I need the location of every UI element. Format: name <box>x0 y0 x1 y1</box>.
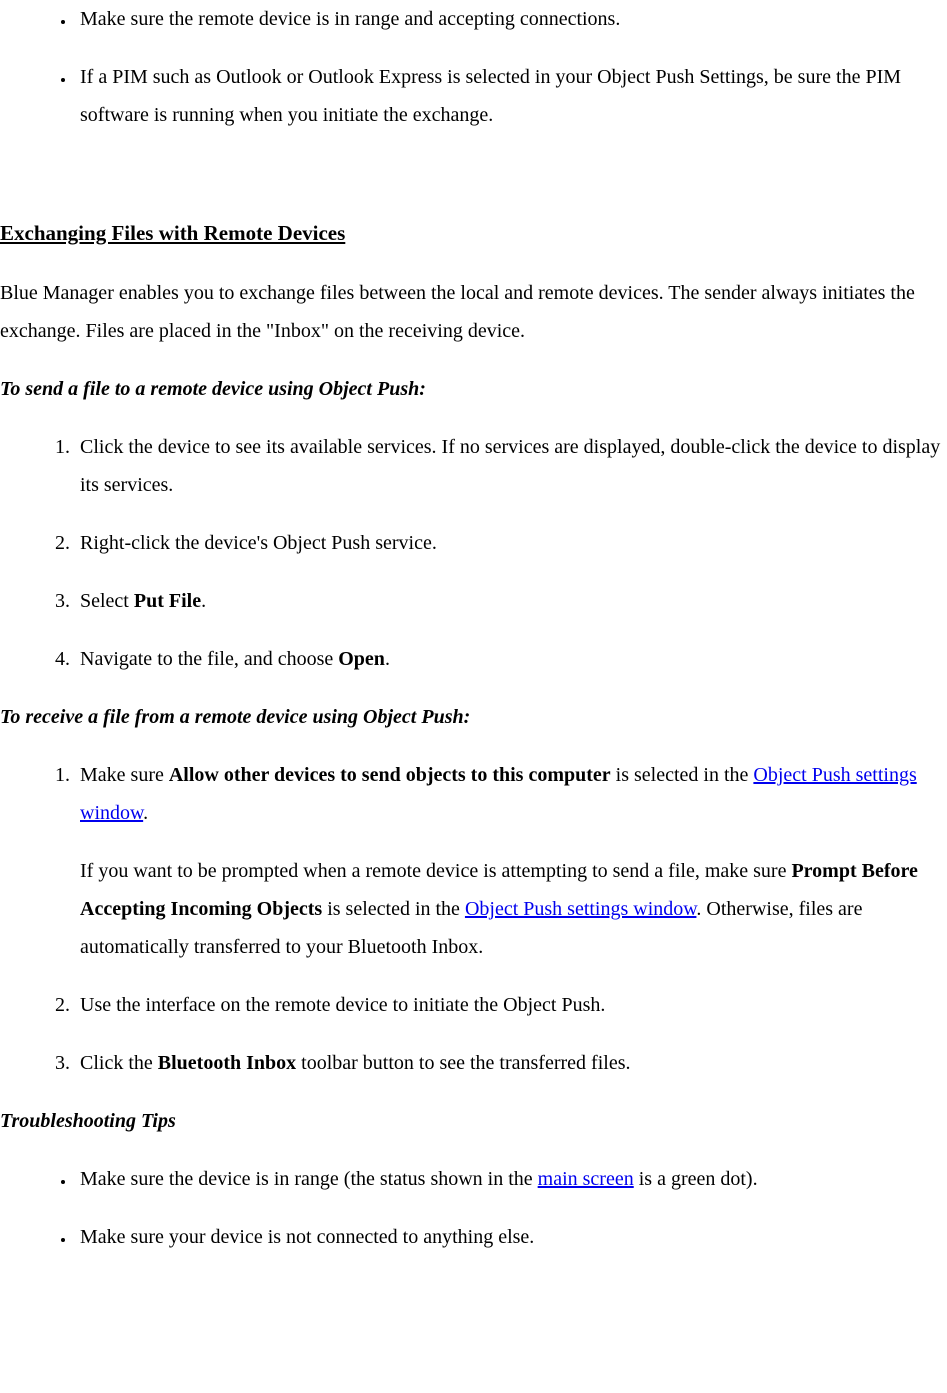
bold-text: Bluetooth Inbox <box>158 1052 296 1074</box>
list-item: Make sure Allow other devices to send ob… <box>75 756 947 966</box>
text: Navigate to the file, and choose <box>80 648 338 670</box>
text: is selected in the <box>322 898 465 920</box>
send-steps-list: Click the device to see its available se… <box>0 428 947 678</box>
text: Click the <box>80 1052 158 1074</box>
text: Make sure <box>80 764 169 786</box>
bold-text: Put File <box>134 590 201 612</box>
section-heading: Exchanging Files with Remote Devices <box>0 214 947 254</box>
list-item: Click the Bluetooth Inbox toolbar button… <box>75 1044 947 1082</box>
receive-subheading: To receive a file from a remote device u… <box>0 698 947 736</box>
top-bullet-list: Make sure the remote device is in range … <box>0 0 947 134</box>
troubleshoot-subheading: Troubleshooting Tips <box>0 1102 947 1140</box>
intro-paragraph: Blue Manager enables you to exchange fil… <box>0 274 947 350</box>
text: toolbar button to see the transferred fi… <box>296 1052 630 1074</box>
list-item: If a PIM such as Outlook or Outlook Expr… <box>75 58 947 134</box>
text: . <box>385 648 390 670</box>
text: If you want to be prompted when a remote… <box>80 860 791 882</box>
send-subheading: To send a file to a remote device using … <box>0 370 947 408</box>
troubleshoot-bullet-list: Make sure the device is in range (the st… <box>0 1160 947 1256</box>
list-item: Make sure your device is not connected t… <box>75 1218 947 1256</box>
text: Make sure the device is in range (the st… <box>80 1168 538 1190</box>
receive-steps-list: Make sure Allow other devices to send ob… <box>0 756 947 1082</box>
bold-text: Open <box>338 648 385 670</box>
list-item: Click the device to see its available se… <box>75 428 947 504</box>
note-paragraph: If you want to be prompted when a remote… <box>80 852 947 966</box>
list-item: Select Put File. <box>75 582 947 620</box>
object-push-settings-link[interactable]: Object Push settings window <box>465 898 696 920</box>
bold-text: Allow other devices to send objects to t… <box>169 764 611 786</box>
list-item: Right-click the device's Object Push ser… <box>75 524 947 562</box>
list-item: Make sure the remote device is in range … <box>75 0 947 38</box>
list-item: Use the interface on the remote device t… <box>75 986 947 1024</box>
text: . <box>201 590 206 612</box>
text: is selected in the <box>611 764 754 786</box>
list-item: Make sure the device is in range (the st… <box>75 1160 947 1198</box>
text: is a green dot). <box>634 1168 758 1190</box>
text: . <box>143 802 148 824</box>
text: Select <box>80 590 134 612</box>
main-screen-link[interactable]: main screen <box>538 1168 634 1190</box>
list-item: Navigate to the file, and choose Open. <box>75 640 947 678</box>
